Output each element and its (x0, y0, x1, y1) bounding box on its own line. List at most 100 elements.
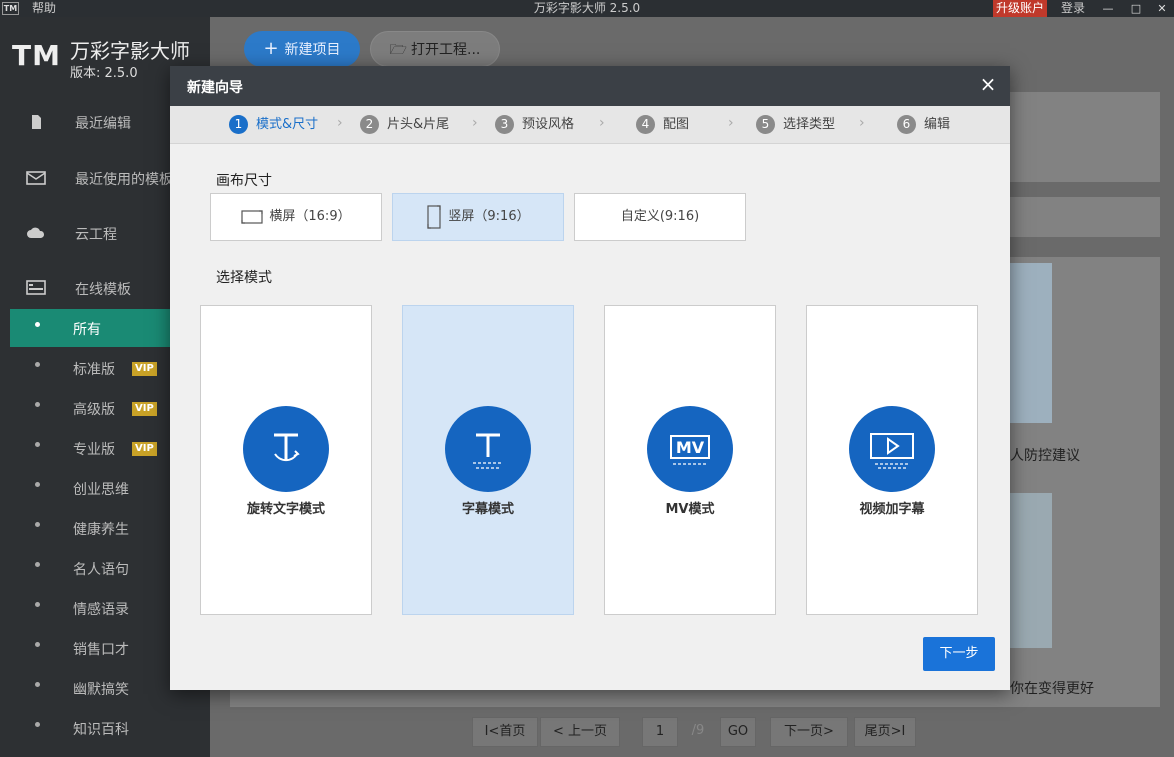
vip-badge: VIP (132, 442, 157, 456)
mode-card-label: MV模式 (665, 502, 715, 517)
chevron-right-icon: › (728, 115, 734, 131)
category-label: 知识百科 (73, 722, 129, 738)
pager-last-button[interactable]: 尾页>I (854, 717, 916, 747)
wizard-steps: 1 模式&尺寸 › 2 片头&片尾 › 3 预设风格 › 4 配图 › 5 选择类型 › 6 编辑 (170, 106, 1010, 144)
category-label: 销售口才 (73, 642, 129, 658)
bullet-icon (35, 322, 40, 327)
pager-prev-label: 上一页 (568, 724, 608, 739)
mv-icon: MV (647, 406, 733, 492)
wizard-step[interactable]: 4 配图 (636, 115, 689, 135)
pager-last-label: 尾页 (864, 724, 891, 739)
window-close-icon[interactable]: ✕ (1152, 0, 1172, 17)
chevron-left-icon: < (552, 724, 568, 739)
step-label: 片头&片尾 (387, 117, 450, 132)
chevron-right-icon: › (472, 115, 478, 131)
wizard-step[interactable]: 3 预设风格 (495, 115, 574, 135)
step-number: 5 (756, 115, 775, 134)
dialog-title: 新建向导 (187, 80, 243, 96)
template-title: 你在变得更好 (1010, 681, 1094, 697)
category-label: 情感语录 (73, 602, 129, 618)
pager-first-button[interactable]: I<首页 (472, 717, 538, 747)
title-bar: TM 帮助 万彩字影大师 2.5.0 升级账户 登录 — □ ✕ (0, 0, 1174, 17)
chevron-right-icon: › (599, 115, 605, 131)
page-number-input[interactable]: 1 (642, 717, 678, 747)
step-number: 2 (360, 115, 379, 134)
chevron-right-icon: > (823, 724, 834, 739)
size-landscape-label: 横屏（16:9） (269, 209, 351, 224)
folder-icon: 🗁 (389, 42, 407, 58)
step-label: 模式&尺寸 (256, 117, 319, 132)
wizard-step[interactable]: 1 模式&尺寸 (229, 115, 318, 135)
next-button[interactable]: 下一步 (923, 637, 995, 671)
size-portrait-label: 竖屏（9:16） (448, 209, 530, 224)
step-number: 6 (897, 115, 916, 134)
maximize-icon[interactable]: □ (1126, 0, 1146, 17)
pager-next-button[interactable]: 下一页> (770, 717, 848, 747)
wizard-step[interactable]: 2 片头&片尾 (360, 115, 449, 135)
mode-card-video-subtitle[interactable]: 视频加字幕 (806, 305, 978, 615)
last-page-icon: >I (890, 724, 906, 739)
sidebar-item-label: 最近使用的模板 (75, 172, 173, 188)
first-page-icon: I< (484, 724, 500, 739)
new-wizard-dialog: 新建向导 × 1 模式&尺寸 › 2 片头&片尾 › 3 预设风格 › 4 配图 › 5 选择类型 › 6 编辑… (170, 66, 1010, 690)
brand-name: 万彩字影大师 (70, 39, 190, 63)
step-number: 3 (495, 115, 514, 134)
mode-card-rotate-text[interactable]: 旋转文字模式 (200, 305, 372, 615)
page-total: /9 (691, 723, 705, 738)
mode-card-mv[interactable]: MV MV模式 (604, 305, 776, 615)
template-thumbnail[interactable] (1010, 493, 1052, 648)
pager-prev-button[interactable]: < 上一页 (540, 717, 620, 747)
pager-go-button[interactable]: GO (720, 717, 756, 747)
brand-logo: TM (12, 39, 61, 72)
wizard-step[interactable]: 6 编辑 (897, 115, 950, 135)
bullet-icon (35, 562, 40, 567)
step-label: 配图 (663, 117, 690, 132)
mode-card-label: 旋转文字模式 (246, 502, 325, 517)
bullet-icon (35, 642, 40, 647)
new-project-label: 新建项目 (284, 42, 341, 58)
dialog-header: 新建向导 × (170, 66, 1010, 106)
rotate-text-icon (243, 406, 329, 492)
size-portrait-button[interactable]: 竖屏（9:16） (392, 193, 564, 241)
category-label: 幽默搞笑 (73, 682, 129, 698)
new-project-button[interactable]: + 新建项目 (244, 31, 360, 67)
cloud-icon (27, 227, 45, 238)
vip-badge: VIP (132, 362, 157, 376)
subtitle-text-icon (445, 406, 531, 492)
mail-icon (26, 171, 46, 185)
pager-first-label: 首页 (499, 724, 526, 739)
category-label: 高级版 (73, 402, 115, 418)
landscape-icon (241, 209, 263, 224)
document-icon (32, 115, 41, 129)
sidebar-item-label: 最近编辑 (75, 116, 131, 132)
chevron-right-icon: › (337, 115, 343, 131)
size-landscape-button[interactable]: 横屏（16:9） (210, 193, 382, 241)
step-number: 1 (229, 115, 248, 134)
category-item[interactable]: 知识百科 (10, 709, 210, 747)
step-label: 预设风格 (522, 117, 575, 132)
vip-badge: VIP (132, 402, 157, 416)
plus-icon: + (263, 38, 279, 59)
video-play-icon (849, 406, 935, 492)
canvas-size-heading: 画布尺寸 (216, 173, 272, 189)
portrait-icon (427, 204, 441, 229)
category-label: 健康养生 (73, 522, 129, 538)
open-project-button[interactable]: 🗁 打开工程... (370, 31, 500, 67)
chevron-right-icon: › (859, 115, 865, 131)
open-project-label: 打开工程... (411, 42, 481, 58)
mode-card-label: 视频加字幕 (859, 502, 925, 517)
login-button[interactable]: 登录 (1061, 0, 1085, 17)
template-thumbnail[interactable] (1010, 263, 1052, 423)
mode-card-subtitle[interactable]: 字幕模式 (402, 305, 574, 615)
template-icon (26, 280, 46, 295)
size-custom-button[interactable]: 自定义(9:16) (574, 193, 746, 241)
category-label: 名人语句 (73, 562, 129, 578)
wizard-step[interactable]: 5 选择类型 (756, 115, 835, 135)
bullet-icon (35, 722, 40, 727)
close-icon[interactable]: × (978, 72, 998, 96)
mode-card-label: 字幕模式 (461, 502, 514, 517)
upgrade-account-button[interactable]: 升级账户 (993, 0, 1048, 17)
step-label: 选择类型 (783, 117, 836, 132)
minimize-icon[interactable]: — (1098, 0, 1118, 17)
bullet-icon (35, 402, 40, 407)
